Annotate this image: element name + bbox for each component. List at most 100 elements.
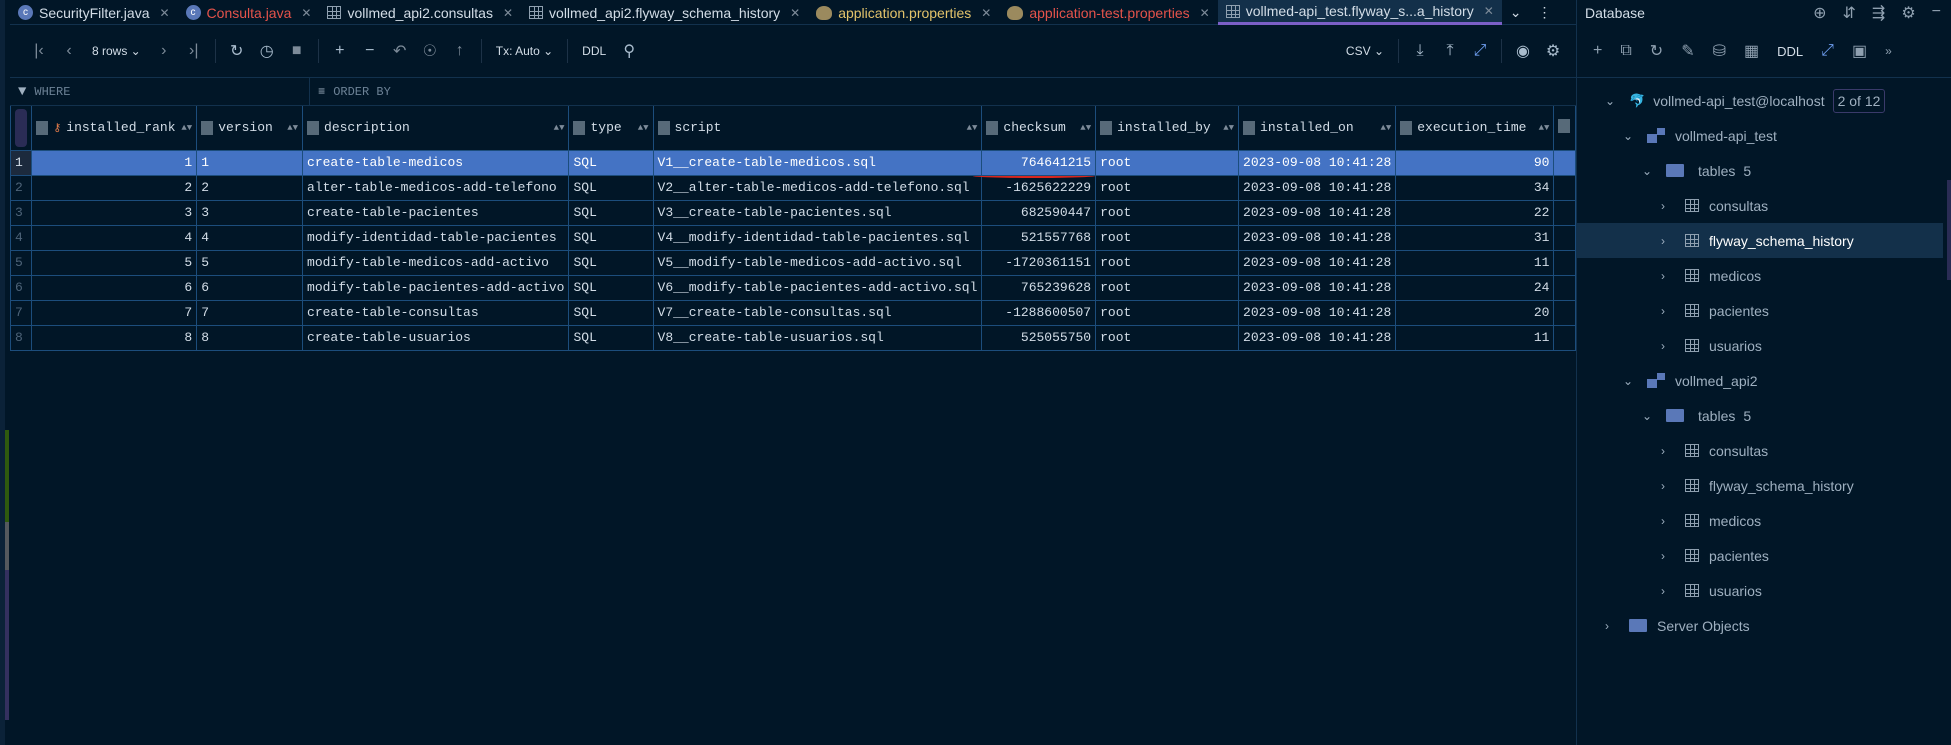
cell-installed_on[interactable]: 2023-09-08 10:41:28	[1238, 224, 1397, 251]
cell-installed_on[interactable]: 2023-09-08 10:41:28	[1238, 324, 1397, 351]
cell-installed_by[interactable]: root	[1095, 199, 1240, 226]
first-page-icon[interactable]: |‹	[24, 42, 54, 60]
ddl-button[interactable]: DDL	[1777, 44, 1803, 59]
cell-execution_time[interactable]: 90	[1395, 149, 1555, 176]
chevron-right-icon[interactable]: ›	[1661, 584, 1675, 598]
row-number[interactable]: 5	[9, 249, 33, 276]
cell-more[interactable]	[1553, 149, 1576, 176]
table-row[interactable]: 2 2 2 alter-table-medicos-add-telefono SQL V2…	[9, 174, 1576, 201]
tree-schema-vollmed_api2[interactable]: ⌄ vollmed_api2	[1577, 363, 1943, 398]
tree-table-consultas[interactable]: › consultas	[1577, 188, 1943, 223]
table-row[interactable]: 7 7 7 create-table-consultas SQL V7__create-t…	[9, 299, 1576, 326]
row-number[interactable]: 3	[9, 199, 33, 226]
cell-version[interactable]: 5	[196, 249, 304, 276]
cell-installed_rank[interactable]: 2	[31, 174, 198, 201]
cell-installed_by[interactable]: root	[1095, 299, 1240, 326]
cell-version[interactable]: 8	[196, 324, 304, 351]
row-number[interactable]: 7	[9, 299, 33, 326]
cell-installed_by[interactable]: root	[1095, 324, 1240, 351]
chevron-right-icon[interactable]: ›	[1661, 269, 1675, 283]
cell-script[interactable]: V2__alter-table-medicos-add-telefono.sql	[652, 174, 983, 201]
cell-checksum[interactable]: 764641215	[981, 149, 1097, 176]
column-header-description[interactable]: description ▲▼	[302, 106, 570, 151]
cell-installed_rank[interactable]: 1	[31, 149, 198, 176]
tab-2[interactable]: vollmed_api2.consultas ✕	[319, 0, 521, 25]
cell-type[interactable]: SQL	[568, 149, 654, 176]
select-all-corner[interactable]	[9, 106, 33, 151]
table-view-icon[interactable]: ▦	[1744, 41, 1759, 61]
tree-table-pacientes[interactable]: › pacientes	[1577, 538, 1943, 573]
minimize-icon[interactable]: −	[1932, 3, 1941, 23]
close-icon[interactable]: ✕	[301, 6, 311, 20]
column-header-installed_by[interactable]: installed_by ▲▼	[1095, 106, 1240, 151]
cell-script[interactable]: V6__modify-table-pacientes-add-activo.sq…	[652, 274, 983, 301]
table-row[interactable]: 1 1 1 create-table-medicos SQL V1__create-tab…	[9, 149, 1576, 176]
chevron-right-icon[interactable]: ›	[1661, 199, 1675, 213]
cell-execution_time[interactable]: 34	[1395, 174, 1555, 201]
cell-description[interactable]: alter-table-medicos-add-telefono	[302, 174, 570, 201]
tree-table-pacientes[interactable]: › pacientes	[1577, 293, 1943, 328]
cell-type[interactable]: SQL	[568, 174, 654, 201]
sort-icon[interactable]: ▲▼	[1380, 123, 1391, 133]
more-options-icon[interactable]: ⋮	[1530, 0, 1560, 25]
prev-page-icon[interactable]: ‹	[54, 42, 84, 60]
cell-installed_by[interactable]: root	[1095, 174, 1240, 201]
tree-connection[interactable]: ⌄ 🐬 vollmed-api_test@localhost 2 of 12	[1577, 83, 1943, 118]
tab-6[interactable]: vollmed-api_test.flyway_s...a_history ✕	[1217, 0, 1502, 25]
tree-schema-vollmed-api_test[interactable]: ⌄ vollmed-api_test	[1577, 118, 1943, 153]
table-row[interactable]: 5 5 5 modify-table-medicos-add-activo SQL V5_…	[9, 249, 1576, 276]
cell-version[interactable]: 4	[196, 224, 304, 251]
cell-description[interactable]: create-table-pacientes	[302, 199, 570, 226]
cell-type[interactable]: SQL	[568, 249, 654, 276]
cell-execution_time[interactable]: 31	[1395, 224, 1555, 251]
column-header-checksum[interactable]: checksum ▲▼	[981, 106, 1097, 151]
cell-more[interactable]	[1553, 324, 1576, 351]
compare-icon[interactable]: ⤢	[1821, 42, 1834, 60]
close-icon[interactable]: ✕	[981, 6, 991, 20]
sort-icon[interactable]: ▲▼	[554, 123, 565, 133]
tree-table-consultas[interactable]: › consultas	[1577, 433, 1943, 468]
cell-description[interactable]: modify-table-pacientes-add-activo	[302, 274, 570, 301]
table-row[interactable]: 6 6 6 modify-table-pacientes-add-activo SQL V…	[9, 274, 1576, 301]
add-icon[interactable]: +	[1593, 42, 1602, 60]
order-by-filter[interactable]: ≡ ORDER BY	[310, 78, 391, 105]
chevron-down-icon[interactable]: ⌄	[1623, 129, 1637, 143]
cell-execution_time[interactable]: 11	[1395, 249, 1555, 276]
revert-icon[interactable]: ↶	[385, 41, 415, 61]
cell-execution_time[interactable]: 22	[1395, 199, 1555, 226]
export-format-dropdown[interactable]: CSV ⌄	[1338, 44, 1392, 58]
cell-description[interactable]: create-table-medicos	[302, 149, 570, 176]
cell-description[interactable]: create-table-consultas	[302, 299, 570, 326]
cell-more[interactable]	[1553, 174, 1576, 201]
cell-more[interactable]	[1553, 299, 1576, 326]
gear-icon[interactable]: ⚙	[1901, 3, 1915, 23]
tree-folder-tables[interactable]: ⌄ tables 5	[1577, 398, 1943, 433]
cell-type[interactable]: SQL	[568, 224, 654, 251]
table-row[interactable]: 4 4 4 modify-identidad-table-pacientes SQL V4…	[9, 224, 1576, 251]
chevron-right-icon[interactable]: ›	[1661, 549, 1675, 563]
cell-version[interactable]: 2	[196, 174, 304, 201]
cell-script[interactable]: V3__create-table-pacientes.sql	[652, 199, 983, 226]
sort-icon[interactable]: ▲▼	[638, 123, 649, 133]
cell-checksum[interactable]: 525055750	[981, 324, 1097, 351]
close-icon[interactable]: ✕	[503, 6, 513, 20]
cell-installed_on[interactable]: 2023-09-08 10:41:28	[1238, 249, 1397, 276]
cell-installed_on[interactable]: 2023-09-08 10:41:28	[1238, 174, 1397, 201]
chevron-down-icon[interactable]: ⌄	[1642, 409, 1656, 423]
column-header-execution_time[interactable]: execution_time ▲▼	[1395, 106, 1555, 151]
column-header-installed_rank[interactable]: ⚷ installed_rank ▲▼	[31, 106, 198, 151]
cell-installed_by[interactable]: root	[1095, 149, 1240, 176]
tree-table-flyway_schema_history[interactable]: › flyway_schema_history	[1577, 468, 1943, 503]
cell-installed_on[interactable]: 2023-09-08 10:41:28	[1238, 199, 1397, 226]
view-icon[interactable]: ◉	[1508, 41, 1538, 61]
table-row[interactable]: 8 8 8 create-table-usuarios SQL V8__create-ta…	[9, 324, 1576, 351]
cell-more[interactable]	[1553, 249, 1576, 276]
delete-row-icon[interactable]: −	[355, 42, 385, 60]
tab-4[interactable]: application.properties ✕	[808, 0, 999, 25]
cell-execution_time[interactable]: 20	[1395, 299, 1555, 326]
close-icon[interactable]: ✕	[790, 6, 800, 20]
more-icon[interactable]: »	[1885, 44, 1892, 58]
scrollbar[interactable]	[1947, 180, 1951, 280]
chevron-right-icon[interactable]: ›	[1661, 444, 1675, 458]
cell-checksum[interactable]: 765239628	[981, 274, 1097, 301]
